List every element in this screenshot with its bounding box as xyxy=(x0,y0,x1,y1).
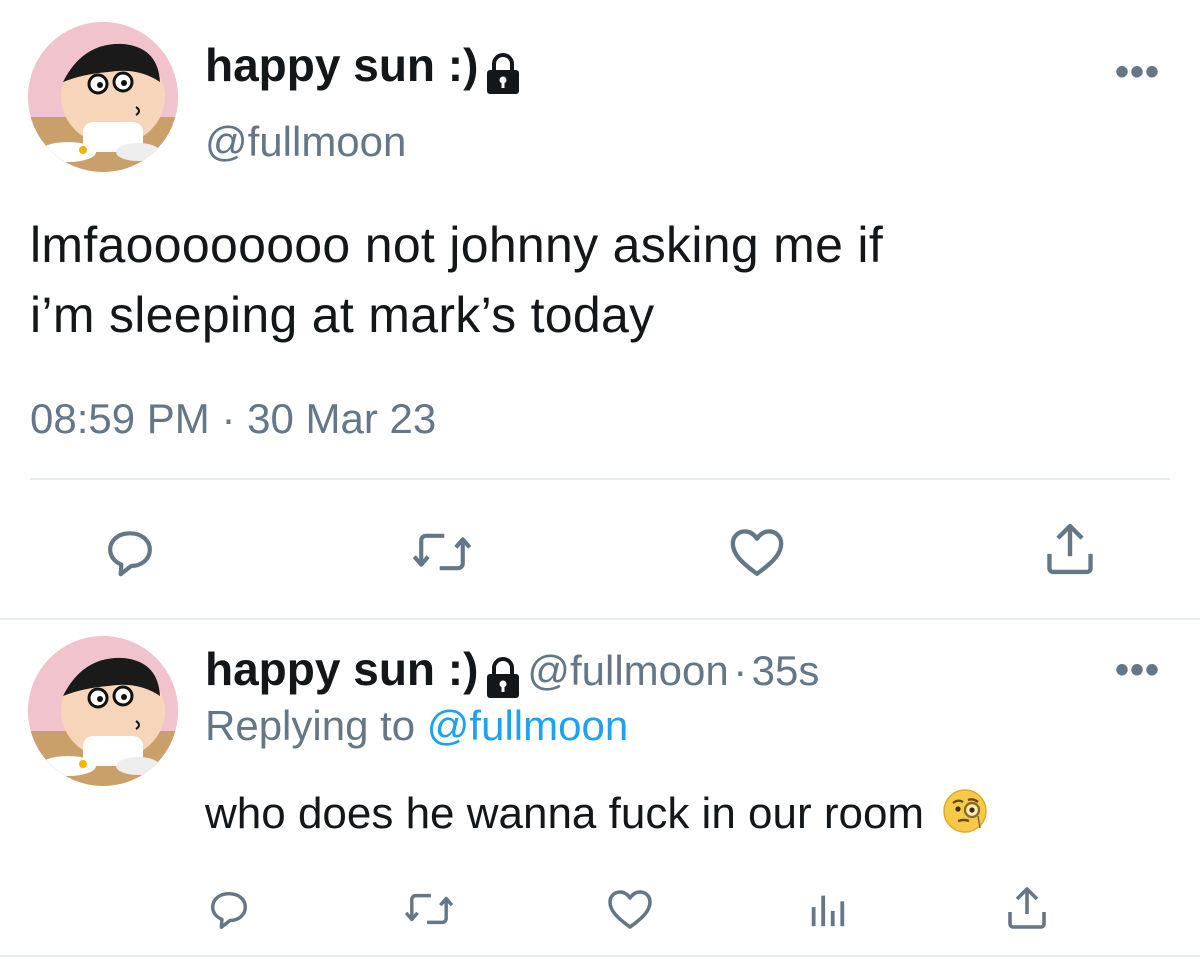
lock-icon xyxy=(483,52,523,101)
divider xyxy=(0,955,1200,957)
tweet-time: 08:59 PM xyxy=(30,395,210,442)
like-button[interactable] xyxy=(728,524,786,580)
replying-to-link[interactable]: @fullmoon xyxy=(427,702,628,749)
monocle-emoji xyxy=(942,788,988,845)
display-name[interactable]: happy sun :) xyxy=(205,39,478,91)
tweet-text: lmfaoooooooo not johnny asking me if i’m… xyxy=(30,210,1180,350)
heart-icon xyxy=(608,890,652,929)
replying-to: Replying to @fullmoon xyxy=(205,702,628,750)
reply-button[interactable] xyxy=(102,524,158,580)
reply-icon xyxy=(108,531,152,577)
reply-button[interactable] xyxy=(206,886,252,932)
reply-text: who does he wanna fuck in our room xyxy=(205,788,988,845)
share-icon xyxy=(1047,523,1093,575)
tweet-text-line: i’m sleeping at mark’s today xyxy=(30,287,655,343)
display-name[interactable]: happy sun :) xyxy=(205,643,478,695)
author-handle[interactable]: @fullmoon xyxy=(205,118,406,166)
timestamp[interactable]: 08:59 PM · 30 Mar 23 xyxy=(30,395,436,443)
replying-to-label: Replying to xyxy=(205,702,416,749)
like-button[interactable] xyxy=(606,886,654,932)
share-icon xyxy=(1008,887,1046,929)
retweet-icon xyxy=(404,893,454,925)
tweet-age[interactable]: 35s xyxy=(752,647,820,694)
reply-icon xyxy=(210,891,248,929)
more-options-button[interactable]: ••• xyxy=(1115,52,1160,92)
analytics-icon xyxy=(811,895,845,927)
share-button[interactable] xyxy=(1042,520,1098,578)
heart-icon xyxy=(730,529,784,576)
tweet-text-line: lmfaoooooooo not johnny asking me if xyxy=(30,217,884,273)
divider xyxy=(0,618,1200,620)
avatar-illustration xyxy=(28,22,178,172)
divider xyxy=(30,478,1170,480)
share-button[interactable] xyxy=(1004,884,1050,932)
more-options-button[interactable]: ••• xyxy=(1115,650,1160,690)
retweet-button[interactable] xyxy=(412,526,472,578)
author-handle[interactable]: @fullmoon xyxy=(527,647,728,694)
reply-author-line: happy sun :) @fullmoon · 35s xyxy=(205,642,819,705)
retweet-icon xyxy=(412,533,472,571)
lock-icon xyxy=(483,656,523,705)
retweet-button[interactable] xyxy=(404,888,454,930)
tweet-date: 30 Mar 23 xyxy=(247,395,437,442)
avatar-illustration xyxy=(28,636,178,786)
meta-separator: · xyxy=(221,395,236,442)
avatar[interactable] xyxy=(28,636,178,786)
analytics-button[interactable] xyxy=(806,888,848,930)
avatar[interactable] xyxy=(28,22,178,172)
author-line: happy sun :) xyxy=(205,38,523,101)
reply-text-content: who does he wanna fuck in our room xyxy=(205,789,925,839)
meta-separator: · xyxy=(733,647,748,694)
